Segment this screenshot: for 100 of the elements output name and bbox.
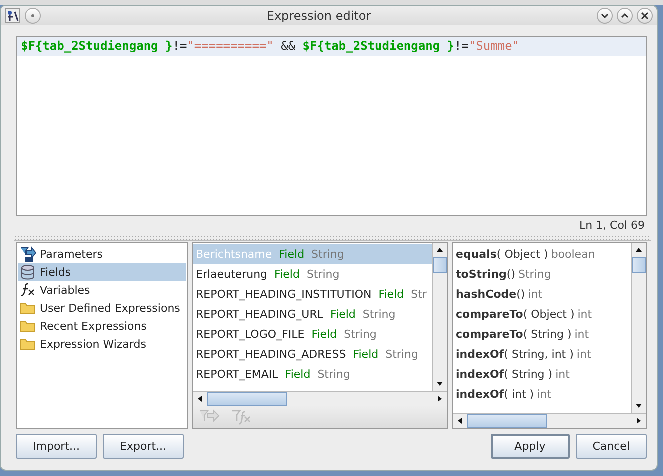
method-name: toString — [456, 268, 507, 280]
split-handle[interactable] — [14, 235, 651, 241]
field-type: String — [386, 348, 418, 360]
list-row[interactable]: Erlaeuterung Field String — [193, 264, 432, 284]
method-row[interactable]: indexOf( String ) int — [453, 364, 631, 384]
function-icon — [20, 282, 36, 298]
scroll-right-arrow-icon — [436, 395, 444, 403]
method-name: equals — [456, 248, 497, 260]
field-kind: Field — [378, 288, 404, 300]
list-row[interactable]: REPORT_HEADING_INSTITUTION Field Str — [193, 284, 432, 304]
dialog-button[interactable]: Export... — [103, 434, 184, 459]
scroll-up-arrow-icon — [436, 246, 444, 254]
field-type: Str — [411, 288, 427, 300]
database-icon — [20, 264, 36, 280]
close-button[interactable] — [637, 8, 653, 24]
method-row[interactable]: hashCode() int — [453, 284, 631, 304]
list-row[interactable]: REPORT_HEADING_URL Field String — [193, 304, 432, 324]
scroll-left-arrow-icon — [196, 395, 204, 403]
list-row[interactable]: REPORT_EMAIL Field String — [193, 364, 432, 384]
item-label: Fields — [40, 266, 72, 278]
field-name: REPORT_HEADING_ADRESS — [196, 348, 346, 360]
item-label: User Defined Expressions — [40, 302, 180, 314]
return-type: int — [528, 288, 543, 300]
field-kind: Field — [353, 348, 379, 360]
tree-item[interactable]: Fields — [18, 263, 186, 281]
field-kind: Field — [285, 368, 311, 380]
horizontal-scrollbar[interactable] — [193, 391, 447, 406]
method-name: indexOf — [456, 388, 504, 400]
return-type: int — [556, 368, 570, 380]
method-name: indexOf — [456, 348, 504, 360]
field-name: REPORT_HEADING_INSTITUTION — [196, 288, 372, 300]
return-type: int — [574, 328, 590, 340]
field-type: String — [362, 308, 396, 320]
tree-item[interactable]: Parameters — [18, 245, 186, 263]
field-name: REPORT_LOGO_FILE — [196, 328, 305, 340]
insert-function-icon[interactable] — [231, 408, 253, 426]
field-type: String — [318, 368, 351, 380]
scroll-thumb[interactable] — [467, 414, 547, 428]
item-label: Recent Expressions — [40, 320, 147, 332]
method-row[interactable]: indexOf( int ) int — [453, 384, 631, 404]
item-label: Parameters — [40, 248, 103, 260]
dialog-button[interactable]: Apply — [490, 434, 570, 459]
maximize-button[interactable] — [617, 8, 633, 24]
method-row[interactable]: compareTo( String ) int — [453, 324, 631, 344]
expression-editor[interactable]: $F{tab_2Studiengang }!="==========" && $F{tab_2Studiengang }!="Summe" — [16, 36, 647, 216]
scroll-down-arrow-icon — [436, 380, 444, 388]
scroll-left-arrow-icon — [456, 417, 464, 425]
return-type: int — [578, 308, 592, 320]
method-row[interactable]: toString() String — [453, 264, 631, 284]
return-type: boolean — [551, 248, 596, 260]
field-type: String — [306, 268, 340, 280]
tree-item[interactable]: Expression Wizards — [18, 335, 186, 353]
horizontal-scrollbar[interactable] — [453, 413, 646, 428]
method-args: ( int ) — [504, 388, 534, 400]
tree-item[interactable]: Recent Expressions — [18, 317, 186, 335]
method-args: () — [516, 288, 526, 300]
field-type: String — [312, 248, 344, 260]
tree-item[interactable]: User Defined Expressions — [18, 299, 186, 317]
vertical-scrollbar[interactable] — [432, 243, 447, 391]
window-title: Expression editor — [266, 8, 372, 22]
maximize-icon — [620, 10, 630, 20]
vertical-scrollbar[interactable] — [631, 243, 646, 413]
tree-item[interactable]: Variables — [18, 281, 186, 299]
method-args: ( String ) — [523, 328, 572, 340]
method-args: ( Object ) — [523, 308, 575, 320]
minimize-button[interactable] — [597, 8, 613, 24]
method-name: compareTo — [456, 308, 524, 320]
method-args: ( String ) — [504, 368, 553, 380]
scroll-right-arrow-icon — [635, 417, 643, 425]
return-type: int — [537, 388, 552, 400]
method-args: ( Object ) — [496, 248, 548, 260]
list-row[interactable]: REPORT_LOGO_FILE Field String — [193, 324, 432, 344]
field-name: Erlaeuterung — [196, 268, 268, 280]
scroll-thumb[interactable] — [433, 257, 447, 273]
field-kind: Field — [279, 248, 305, 260]
field-name: REPORT_EMAIL — [196, 368, 278, 380]
field-kind: Field — [274, 268, 300, 280]
menu-button[interactable] — [25, 8, 41, 24]
method-name: hashCode — [456, 288, 517, 300]
cursor-position: Ln 1, Col 69 — [579, 219, 645, 232]
dialog-button[interactable]: Cancel — [576, 434, 647, 459]
method-name: compareTo — [456, 328, 524, 340]
field-kind: Field — [330, 308, 356, 320]
method-row[interactable]: compareTo( Object ) int — [453, 304, 631, 324]
item-label: Expression Wizards — [40, 338, 146, 350]
field-name: Berichtsname — [196, 248, 272, 260]
dialog-button[interactable]: Import... — [16, 434, 97, 459]
close-icon — [640, 10, 650, 20]
field-kind: Field — [312, 328, 338, 340]
list-row[interactable]: REPORT_HEADING_ADRESS Field String — [193, 344, 432, 364]
scroll-up-arrow-icon — [635, 246, 643, 254]
scroll-thumb[interactable] — [632, 257, 646, 273]
parameter-icon — [20, 246, 36, 262]
return-type: String — [518, 268, 552, 280]
method-row[interactable]: equals( Object ) boolean — [453, 244, 631, 264]
scroll-thumb[interactable] — [207, 392, 287, 406]
method-row[interactable]: indexOf( String, int ) int — [453, 344, 631, 364]
method-name: indexOf — [456, 368, 504, 380]
app-icon — [5, 8, 21, 24]
dot-icon — [30, 12, 36, 18]
